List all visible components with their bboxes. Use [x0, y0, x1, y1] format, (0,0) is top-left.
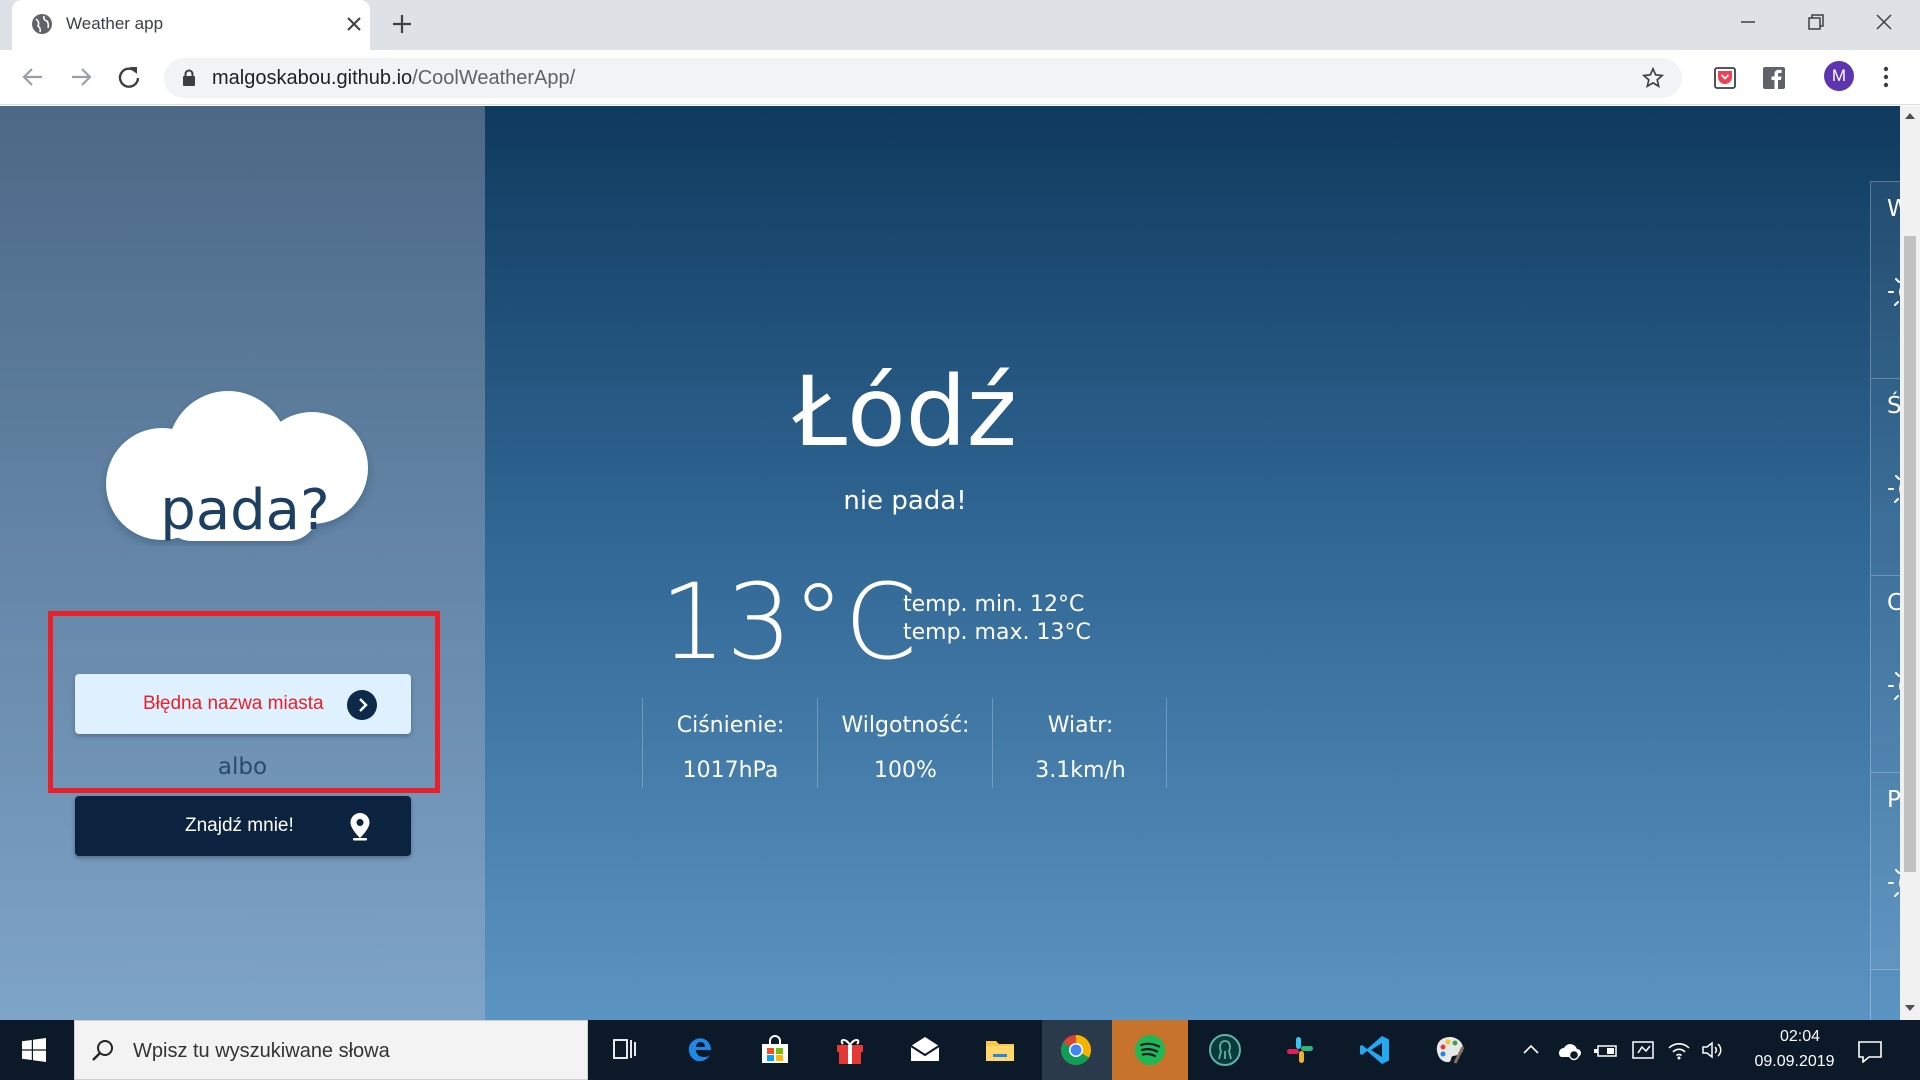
scroll-up-icon[interactable] — [1905, 112, 1915, 120]
forecast-day: Piątek min max — [1871, 773, 1900, 970]
close-window-icon[interactable] — [1874, 12, 1894, 32]
onedrive-icon[interactable] — [1555, 1039, 1583, 1061]
taskbar-clock-time[interactable]: 02:04 — [1760, 1028, 1840, 1046]
page-scrollbar[interactable] — [1900, 106, 1920, 1020]
taskbar-search[interactable]: Wpisz tu wyszukiwane słowa — [74, 1020, 588, 1080]
browser-menu-icon[interactable] — [1876, 65, 1896, 89]
temp-max: temp. max. 13°C — [903, 620, 1091, 645]
stat-value: 3.1km/h — [1035, 758, 1126, 783]
windows-taskbar: Wpisz tu wyszukiwane słowa 02:04 09.09.2… — [0, 1020, 1920, 1080]
wifi-icon[interactable] — [1666, 1039, 1692, 1061]
stat-label: Wiatr: — [1047, 713, 1114, 738]
battery-icon[interactable] — [1592, 1039, 1620, 1061]
temp-min: temp. min. 12°C — [903, 592, 1085, 617]
forecast-day-name: Wtorek — [1887, 196, 1900, 222]
bookmark-star-icon[interactable] — [1642, 67, 1664, 89]
reload-icon[interactable] — [116, 64, 142, 90]
stat-value: 100% — [874, 758, 937, 783]
forecast-day: Środa min max — [1871, 379, 1900, 576]
facebook-extension-icon[interactable] — [1762, 66, 1786, 90]
browser-tab-strip: Weather app — [0, 0, 1920, 50]
stat-humidity: Wilgotność: 100% — [817, 698, 992, 788]
browser-tab[interactable]: Weather app — [12, 0, 370, 50]
new-tab-icon[interactable] — [390, 12, 414, 36]
close-tab-icon[interactable] — [344, 14, 364, 34]
notifications-icon[interactable] — [1856, 1039, 1884, 1063]
or-separator: albo — [217, 754, 268, 780]
profile-avatar[interactable]: M — [1824, 61, 1854, 91]
task-view-icon[interactable] — [608, 1033, 642, 1067]
search-placeholder: Wpisz tu wyszukiwane słowa — [133, 1040, 390, 1062]
restore-window-icon[interactable] — [1806, 12, 1826, 32]
city-search-button[interactable]: Błędna nazwa miasta — [75, 674, 411, 734]
city-name: Łódź — [792, 356, 1017, 468]
partly-cloudy-rain-icon — [1888, 869, 1900, 897]
address-bar[interactable]: malgoskabou.github.io/CoolWeatherApp/ — [164, 58, 1682, 98]
url-host: malgoskabou.github.io — [212, 67, 413, 89]
forecast-day-name: Czwartek — [1887, 590, 1900, 616]
edge-icon[interactable] — [683, 1033, 717, 1067]
device-icon[interactable] — [1630, 1039, 1656, 1061]
page-viewport: pada? Błędna nazwa miasta albo Znajdź mn… — [0, 106, 1900, 1020]
stat-value: 1017hPa — [682, 758, 779, 783]
gift-icon[interactable] — [833, 1033, 867, 1067]
forecast-day-name: Piątek — [1887, 787, 1900, 813]
forecast-day-name: Środa — [1887, 393, 1900, 419]
search-panel: pada? Błędna nazwa miasta albo Znajdź mn… — [0, 106, 485, 1020]
taskbar-clock-date[interactable]: 09.09.2019 — [1742, 1053, 1847, 1071]
file-explorer-icon[interactable] — [983, 1033, 1017, 1067]
globe-icon — [32, 14, 52, 34]
stat-label: Wilgotność: — [841, 713, 970, 738]
browser-toolbar: malgoskabou.github.io/CoolWeatherApp/ M — [0, 50, 1920, 105]
slack-icon[interactable] — [1283, 1033, 1317, 1067]
forecast-day: Wtorek min max — [1871, 182, 1900, 379]
find-me-button[interactable]: Znajdź mnie! — [75, 796, 411, 856]
chevron-up-icon[interactable] — [1520, 1039, 1542, 1061]
url-path: /CoolWeatherApp/ — [412, 67, 576, 89]
minimize-window-icon[interactable] — [1738, 12, 1758, 32]
forecast-day: Czwartek min max — [1871, 576, 1900, 773]
partly-cloudy-rain-icon — [1888, 672, 1900, 700]
lock-icon[interactable] — [182, 69, 196, 87]
rain-status: nie pada! — [843, 486, 967, 516]
partly-cloudy-rain-icon — [1888, 278, 1900, 306]
windows-start-icon[interactable] — [22, 1038, 46, 1062]
mail-icon[interactable] — [908, 1033, 942, 1067]
gitkraken-icon[interactable] — [1208, 1033, 1242, 1067]
back-arrow-icon[interactable] — [20, 64, 46, 90]
forecast-list: Wtorek min max Środa min — [1870, 181, 1900, 1020]
chrome-icon[interactable] — [1059, 1033, 1093, 1067]
weather-panel: Łódź nie pada! 13°C temp. min. 12°C temp… — [485, 106, 1900, 1020]
volume-icon[interactable] — [1700, 1039, 1726, 1061]
search-icon — [92, 1040, 113, 1061]
stat-wind: Wiatr: 3.1km/h — [992, 698, 1167, 788]
chevron-right-icon[interactable] — [347, 690, 377, 720]
city-error-message: Błędna nazwa miasta — [143, 693, 324, 714]
forward-arrow-icon[interactable] — [68, 64, 94, 90]
store-icon[interactable] — [758, 1033, 792, 1067]
scroll-down-icon[interactable] — [1905, 1004, 1915, 1012]
partly-cloudy-rain-icon — [1888, 475, 1900, 503]
pocket-extension-icon[interactable] — [1713, 66, 1737, 90]
stat-pressure: Ciśnienie: 1017hPa — [642, 698, 817, 788]
current-temperature: 13°C — [660, 561, 917, 683]
tab-title: Weather app — [66, 14, 164, 33]
location-pin-icon — [350, 813, 370, 841]
stat-label: Ciśnienie: — [676, 713, 785, 738]
vscode-icon[interactable] — [1358, 1033, 1392, 1067]
url-text[interactable]: malgoskabou.github.io/CoolWeatherApp/ — [212, 67, 575, 90]
spotify-icon[interactable] — [1133, 1033, 1167, 1067]
paint-icon[interactable] — [1433, 1033, 1467, 1067]
find-me-label: Znajdź mnie! — [185, 815, 294, 836]
scrollbar-thumb[interactable] — [1904, 236, 1916, 872]
cloud-logo-text: pada? — [160, 478, 330, 543]
